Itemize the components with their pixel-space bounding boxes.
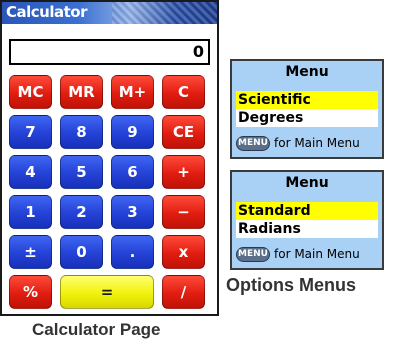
key-subtract[interactable]: − bbox=[162, 195, 205, 229]
key-3[interactable]: 3 bbox=[111, 195, 154, 229]
key-multiply[interactable]: x bbox=[162, 235, 205, 269]
key-mc[interactable]: MC bbox=[9, 75, 52, 109]
key-divide[interactable]: / bbox=[162, 275, 205, 309]
menu-hint: MENU for Main Menu bbox=[236, 133, 378, 153]
key-equals[interactable]: = bbox=[60, 275, 154, 309]
key-4[interactable]: 4 bbox=[9, 155, 52, 189]
menu-key-icon: MENU bbox=[236, 135, 270, 151]
key-decimal[interactable]: . bbox=[111, 235, 154, 269]
key-percent[interactable]: % bbox=[9, 275, 52, 309]
key-9[interactable]: 9 bbox=[111, 115, 154, 149]
options-menu-standard: Menu Standard Radians MENU for Main Menu bbox=[230, 170, 384, 270]
menu-title: Menu bbox=[285, 175, 329, 191]
key-add[interactable]: + bbox=[162, 155, 205, 189]
calculator-title: Calculator bbox=[6, 3, 87, 21]
calculator-page: Calculator 0 MC MR M+ C 7 8 9 CE 4 5 6 +… bbox=[0, 0, 219, 316]
key-plus-minus[interactable]: ± bbox=[9, 235, 52, 269]
key-8[interactable]: 8 bbox=[60, 115, 103, 149]
key-clear-entry[interactable]: CE bbox=[162, 115, 205, 149]
options-menu-scientific: Menu Scientific Degrees MENU for Main Me… bbox=[230, 59, 384, 159]
key-2[interactable]: 2 bbox=[60, 195, 103, 229]
calculator-page-caption: Calculator Page bbox=[32, 320, 161, 339]
menu-hint-text: for Main Menu bbox=[274, 136, 360, 150]
menu-option-standard[interactable]: Standard bbox=[236, 202, 378, 220]
menu-key-icon: MENU bbox=[236, 246, 270, 262]
key-5[interactable]: 5 bbox=[60, 155, 103, 189]
menu-option-degrees[interactable]: Degrees bbox=[236, 109, 378, 127]
menu-option-radians[interactable]: Radians bbox=[236, 220, 378, 238]
key-clear[interactable]: C bbox=[162, 75, 205, 109]
key-0[interactable]: 0 bbox=[60, 235, 103, 269]
calculator-title-bar: Calculator bbox=[2, 2, 217, 24]
menu-hint-text: for Main Menu bbox=[274, 247, 360, 261]
key-7[interactable]: 7 bbox=[9, 115, 52, 149]
key-mr[interactable]: MR bbox=[60, 75, 103, 109]
menu-option-scientific[interactable]: Scientific bbox=[236, 91, 378, 109]
menu-hint: MENU for Main Menu bbox=[236, 244, 378, 264]
menu-title: Menu bbox=[285, 64, 329, 80]
calculator-display: 0 bbox=[9, 39, 210, 65]
options-menus-caption: Options Menus bbox=[226, 275, 356, 295]
key-1[interactable]: 1 bbox=[9, 195, 52, 229]
key-m-plus[interactable]: M+ bbox=[111, 75, 154, 109]
key-6[interactable]: 6 bbox=[111, 155, 154, 189]
display-value: 0 bbox=[192, 42, 204, 61]
